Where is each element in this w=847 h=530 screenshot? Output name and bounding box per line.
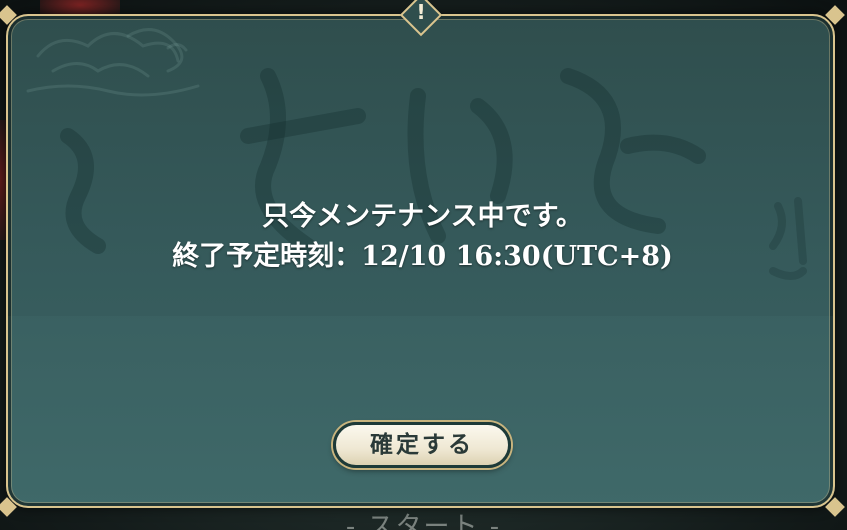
maintenance-dialog: 只今メンテナンス中です。 終了予定時刻：12/10 16:30(UTC+8) 確… bbox=[6, 14, 835, 508]
maintenance-message: 只今メンテナンス中です。 bbox=[262, 201, 583, 232]
alert-badge: ! bbox=[399, 0, 443, 37]
start-caption: - スタート - bbox=[345, 512, 502, 530]
confirm-button[interactable]: 確定する bbox=[333, 422, 511, 468]
exclamation-icon: ! bbox=[416, 0, 426, 24]
maintenance-end-time: 終了予定時刻：12/10 16:30(UTC+8) bbox=[172, 241, 673, 272]
game-screen: - スタート - 只今メンテナンス中です。 終了予定時刻：12/10 16:30… bbox=[0, 0, 847, 530]
